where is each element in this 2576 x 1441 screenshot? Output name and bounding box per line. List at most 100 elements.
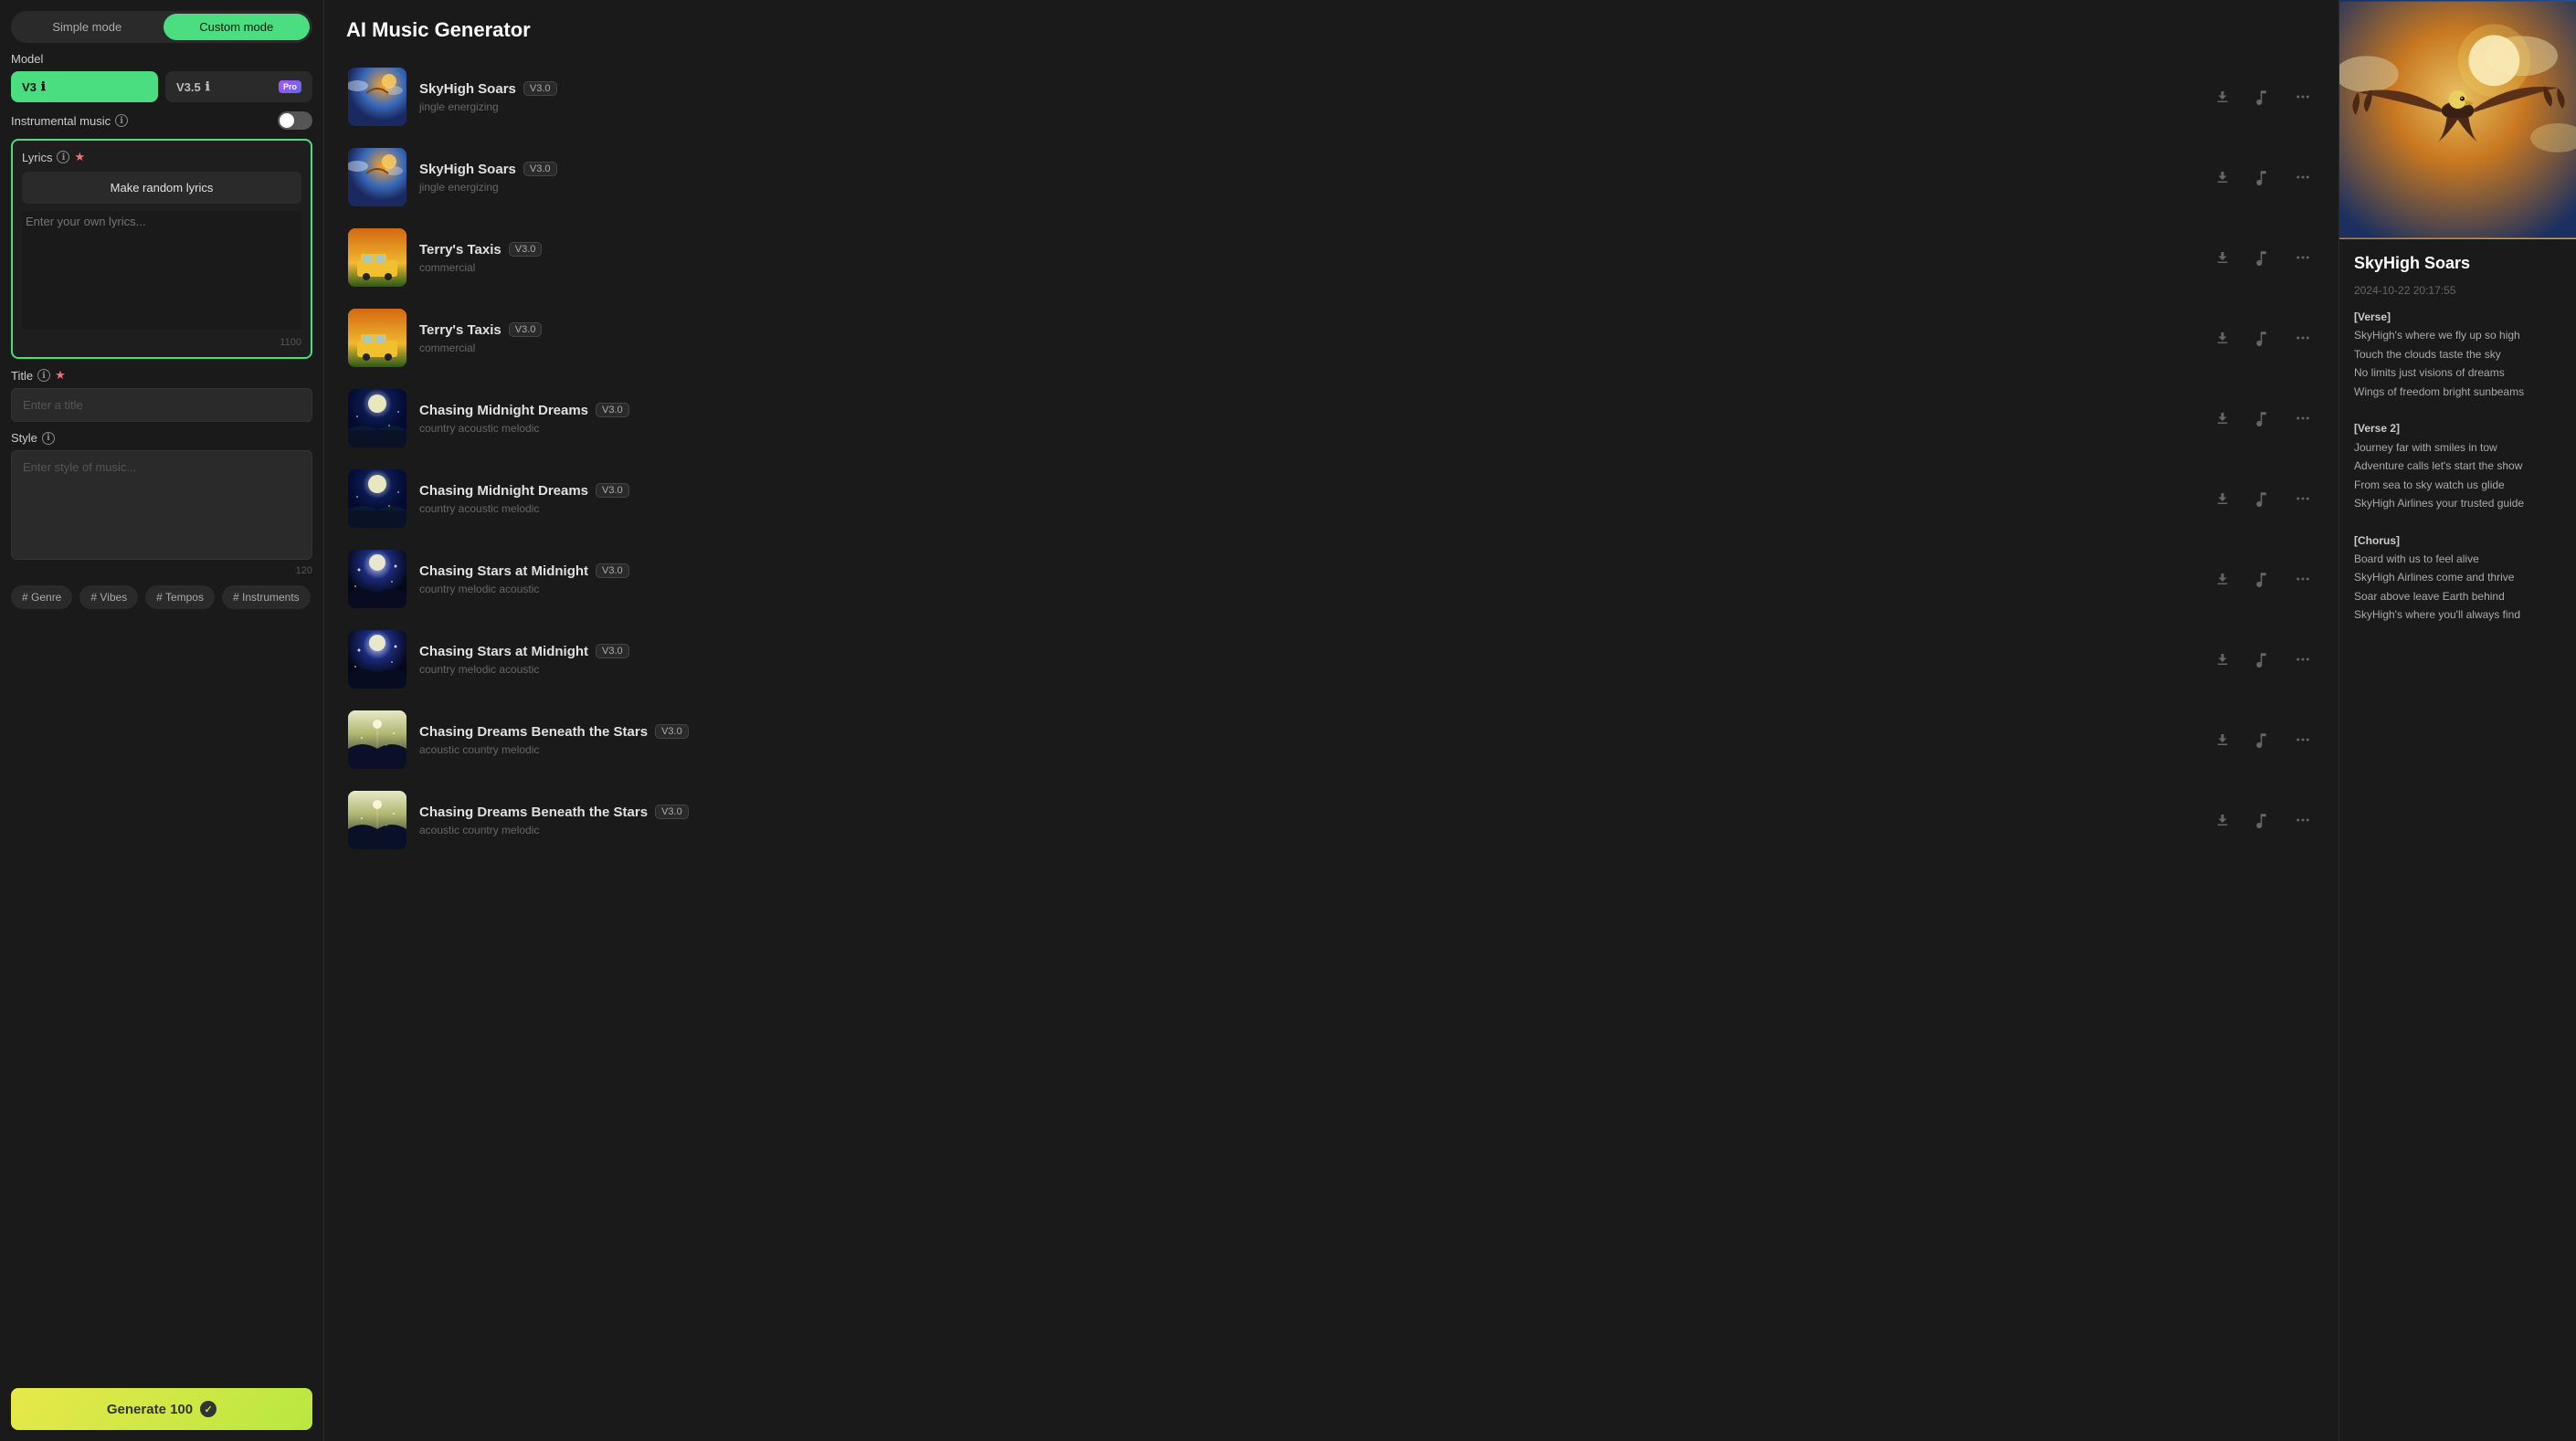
song-name: Terry's Taxis <box>419 242 501 258</box>
simple-mode-button[interactable]: Simple mode <box>14 14 161 40</box>
song-style: jingle energizing <box>419 181 2198 194</box>
notes-button[interactable] <box>2251 246 2275 269</box>
notes-button[interactable] <box>2251 165 2275 189</box>
song-item[interactable]: Terry's Taxis V3.0 commercial <box>335 217 2328 298</box>
lyrics-char-count: 1100 <box>22 337 301 348</box>
song-title-row: SkyHigh Soars V3.0 <box>419 162 2198 177</box>
title-required: ★ <box>55 368 66 383</box>
style-info-icon[interactable]: ℹ <box>42 432 55 445</box>
notes-button[interactable] <box>2251 406 2275 430</box>
center-panel: AI Music Generator SkyHigh Soars V3.0 ji… <box>324 0 2338 1441</box>
notes-button[interactable] <box>2251 487 2275 510</box>
more-button[interactable] <box>2291 567 2315 591</box>
notes-button[interactable] <box>2251 567 2275 591</box>
song-list: SkyHigh Soars V3.0 jingle energizing <box>324 57 2338 860</box>
instrumental-info-icon[interactable]: ℹ <box>115 114 128 127</box>
song-info: Chasing Dreams Beneath the Stars V3.0 ac… <box>419 724 2198 756</box>
generate-button[interactable]: Generate 100 ✓ <box>11 1388 312 1430</box>
title-label: Title <box>11 369 33 383</box>
more-button[interactable] <box>2291 647 2315 671</box>
more-button[interactable] <box>2291 326 2315 350</box>
song-style: commercial <box>419 342 2198 354</box>
song-item[interactable]: Chasing Dreams Beneath the Stars V3.0 ac… <box>335 780 2328 860</box>
download-button[interactable] <box>2211 487 2234 510</box>
song-info: Chasing Stars at Midnight V3.0 country m… <box>419 644 2198 676</box>
more-button[interactable] <box>2291 165 2315 189</box>
make-random-button[interactable]: Make random lyrics <box>22 172 301 204</box>
song-title-row: Terry's Taxis V3.0 <box>419 242 2198 258</box>
version-badge: V3.0 <box>596 563 629 578</box>
song-actions <box>2211 647 2315 671</box>
detail-title: SkyHigh Soars <box>2354 254 2561 273</box>
instrumental-row: Instrumental music ℹ <box>11 111 312 130</box>
song-title-row: Chasing Stars at Midnight V3.0 <box>419 644 2198 659</box>
download-button[interactable] <box>2211 808 2234 832</box>
download-button[interactable] <box>2211 246 2234 269</box>
tag-instruments-button[interactable]: # Instruments <box>222 585 311 609</box>
song-actions <box>2211 85 2315 109</box>
song-thumbnail <box>348 469 406 528</box>
song-item[interactable]: Chasing Stars at Midnight V3.0 country m… <box>335 619 2328 699</box>
toggle-knob <box>280 113 294 128</box>
tag-vibes-button[interactable]: # Vibes <box>79 585 138 609</box>
version-badge: V3.0 <box>596 644 629 658</box>
notes-button[interactable] <box>2251 647 2275 671</box>
song-item[interactable]: SkyHigh Soars V3.0 jingle energizing <box>335 57 2328 137</box>
instrumental-label: Instrumental music <box>11 114 111 128</box>
song-name: Terry's Taxis <box>419 322 501 338</box>
v3-button[interactable]: V3 ℹ <box>11 71 158 102</box>
custom-mode-button[interactable]: Custom mode <box>164 14 311 40</box>
model-label-row: Model <box>11 52 312 66</box>
generate-label: Generate 100 <box>107 1402 193 1417</box>
notes-button[interactable] <box>2251 85 2275 109</box>
song-name: Chasing Midnight Dreams <box>419 483 588 499</box>
title-input[interactable] <box>11 388 312 422</box>
v35-button[interactable]: V3.5 ℹ Pro <box>165 71 312 102</box>
more-button[interactable] <box>2291 808 2315 832</box>
tag-genre-button[interactable]: # Genre <box>11 585 72 609</box>
more-button[interactable] <box>2291 246 2315 269</box>
check-icon: ✓ <box>200 1401 216 1417</box>
title-label-row: Title ℹ ★ <box>11 368 312 383</box>
song-thumbnail <box>348 68 406 126</box>
song-item[interactable]: Chasing Midnight Dreams V3.0 country aco… <box>335 378 2328 458</box>
song-title-row: Chasing Dreams Beneath the Stars V3.0 <box>419 724 2198 740</box>
song-item[interactable]: Terry's Taxis V3.0 commercial <box>335 298 2328 378</box>
more-button[interactable] <box>2291 85 2315 109</box>
instrumental-toggle[interactable] <box>278 111 312 130</box>
song-title-row: Chasing Midnight Dreams V3.0 <box>419 483 2198 499</box>
pro-badge: Pro <box>279 80 301 93</box>
song-item[interactable]: Chasing Dreams Beneath the Stars V3.0 ac… <box>335 699 2328 780</box>
download-button[interactable] <box>2211 647 2234 671</box>
download-button[interactable] <box>2211 567 2234 591</box>
notes-button[interactable] <box>2251 728 2275 752</box>
more-button[interactable] <box>2291 728 2315 752</box>
tag-tempos-button[interactable]: # Tempos <box>145 585 215 609</box>
artwork-svg <box>2339 0 2576 239</box>
style-textarea[interactable] <box>11 450 312 560</box>
lyrics-textarea[interactable] <box>22 211 301 330</box>
song-title-row: Terry's Taxis V3.0 <box>419 322 2198 338</box>
song-item[interactable]: Chasing Stars at Midnight V3.0 country m… <box>335 539 2328 619</box>
song-name: SkyHigh Soars <box>419 81 516 97</box>
download-button[interactable] <box>2211 85 2234 109</box>
lyrics-display: [Verse] SkyHigh's where we fly up so hig… <box>2354 308 2561 625</box>
lyrics-info-icon[interactable]: ℹ <box>57 151 69 163</box>
notes-button[interactable] <box>2251 808 2275 832</box>
download-button[interactable] <box>2211 406 2234 430</box>
song-name: Chasing Midnight Dreams <box>419 403 588 418</box>
more-button[interactable] <box>2291 487 2315 510</box>
song-actions <box>2211 165 2315 189</box>
v35-info-icon[interactable]: ℹ <box>206 79 210 94</box>
song-item[interactable]: SkyHigh Soars V3.0 jingle energizing <box>335 137 2328 217</box>
notes-button[interactable] <box>2251 326 2275 350</box>
download-button[interactable] <box>2211 326 2234 350</box>
song-thumbnail <box>348 550 406 608</box>
download-button[interactable] <box>2211 728 2234 752</box>
song-item[interactable]: Chasing Midnight Dreams V3.0 country aco… <box>335 458 2328 539</box>
v3-info-icon[interactable]: ℹ <box>41 79 46 94</box>
title-info-icon[interactable]: ℹ <box>37 369 50 382</box>
more-button[interactable] <box>2291 406 2315 430</box>
download-button[interactable] <box>2211 165 2234 189</box>
song-thumbnail <box>348 710 406 769</box>
